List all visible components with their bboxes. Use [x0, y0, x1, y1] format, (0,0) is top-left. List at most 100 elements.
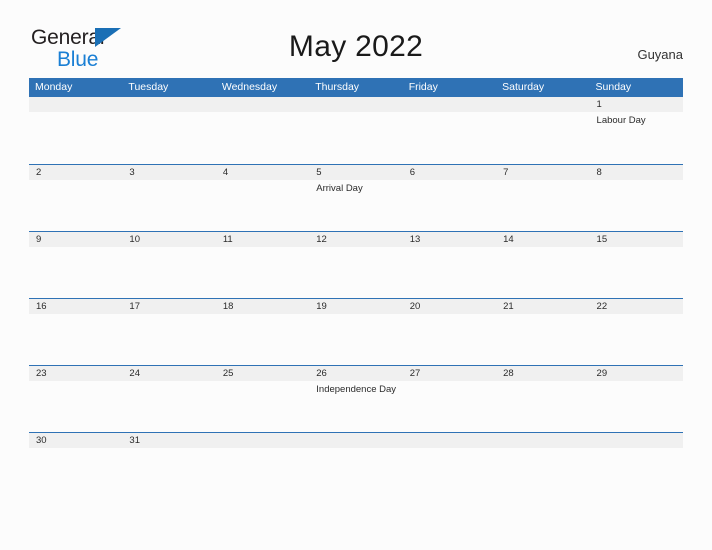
date-cell[interactable]: 14: [496, 232, 589, 247]
date-cell[interactable]: [309, 433, 402, 448]
event-label: [590, 448, 683, 450]
event-label: [496, 314, 589, 316]
event-label: [216, 381, 309, 396]
event-label: [29, 112, 122, 127]
date-cell[interactable]: 25: [216, 366, 309, 381]
event-label: [590, 247, 683, 249]
date-cell[interactable]: [29, 97, 122, 112]
date-cell[interactable]: 10: [122, 232, 215, 247]
weekday-header-friday: Friday: [408, 81, 438, 93]
event-label: [29, 247, 122, 249]
week-event-band: [29, 314, 683, 316]
event-label: [403, 448, 496, 450]
date-cell[interactable]: 6: [403, 165, 496, 180]
event-label: [403, 247, 496, 249]
event-label: [496, 180, 589, 195]
event-label: [496, 448, 589, 450]
date-cell[interactable]: 12: [309, 232, 402, 247]
date-cell[interactable]: [122, 97, 215, 112]
weekday-header-monday: Monday: [35, 81, 73, 93]
event-label: [309, 247, 402, 249]
calendar-week-row: 23 24 25 26 27 28 29 Independence Day: [29, 365, 683, 432]
event-label: [216, 112, 309, 127]
date-cell[interactable]: [590, 433, 683, 448]
week-event-band: Independence Day: [29, 381, 683, 396]
week-date-band: 23 24 25 26 27 28 29: [29, 366, 683, 381]
event-label: [403, 314, 496, 316]
date-cell[interactable]: [216, 97, 309, 112]
event-label: [122, 247, 215, 249]
date-cell[interactable]: 5: [309, 165, 402, 180]
weekday-header-row: Monday Tuesday Wednesday Thursday Friday…: [29, 78, 683, 97]
date-cell[interactable]: 2: [29, 165, 122, 180]
weekday-header-saturday: Saturday: [502, 81, 545, 93]
date-cell[interactable]: 28: [496, 366, 589, 381]
event-label: Labour Day: [596, 115, 646, 126]
event-label: [216, 180, 309, 195]
week-date-band: 16 17 18 19 20 21 22: [29, 299, 683, 314]
event-label: [122, 112, 215, 127]
date-cell[interactable]: 3: [122, 165, 215, 180]
page-title: May 2022: [288, 30, 424, 63]
date-cell[interactable]: [309, 97, 402, 112]
event-label: Arrival Day: [316, 183, 363, 194]
date-cell[interactable]: 22: [590, 299, 683, 314]
event-label: [216, 247, 309, 249]
date-cell[interactable]: 18: [216, 299, 309, 314]
date-cell[interactable]: [403, 97, 496, 112]
date-cell[interactable]: 27: [403, 366, 496, 381]
date-cell[interactable]: 29: [590, 366, 683, 381]
event-label: [496, 247, 589, 249]
date-cell[interactable]: 11: [216, 232, 309, 247]
date-cell[interactable]: [216, 433, 309, 448]
week-event-band: Arrival Day: [29, 180, 683, 195]
date-cell[interactable]: 19: [309, 299, 402, 314]
event-label: [122, 314, 215, 316]
date-cell[interactable]: 24: [122, 366, 215, 381]
event-label: [590, 180, 683, 195]
event-label: [590, 381, 683, 396]
calendar-week-row: 9 10 11 12 13 14 15: [29, 231, 683, 298]
week-date-band: 30 31: [29, 433, 683, 448]
event-label: [309, 112, 402, 127]
date-cell[interactable]: 9: [29, 232, 122, 247]
event-label: [122, 180, 215, 195]
date-cell[interactable]: [496, 97, 589, 112]
date-cell[interactable]: 16: [29, 299, 122, 314]
page-header: General Blue May 2022 Guyana: [0, 0, 712, 78]
date-cell[interactable]: 26: [309, 366, 402, 381]
week-date-band: 9 10 11 12 13 14 15: [29, 232, 683, 247]
date-cell[interactable]: [496, 433, 589, 448]
date-cell[interactable]: 30: [29, 433, 122, 448]
event-label: [216, 314, 309, 316]
date-cell[interactable]: 13: [403, 232, 496, 247]
event-label: [403, 381, 496, 396]
date-cell[interactable]: 8: [590, 165, 683, 180]
date-cell[interactable]: 20: [403, 299, 496, 314]
weekday-header-wednesday: Wednesday: [221, 81, 278, 93]
week-date-band: 2 3 4 5 6 7 8: [29, 165, 683, 180]
event-label: [29, 448, 122, 450]
date-cell[interactable]: 15: [590, 232, 683, 247]
calendar-week-row: 16 17 18 19 20 21 22: [29, 298, 683, 365]
event-label: [496, 381, 589, 396]
date-cell[interactable]: 1: [590, 97, 683, 112]
calendar-week-row: 2 3 4 5 6 7 8 Arrival Day: [29, 164, 683, 231]
date-cell[interactable]: 23: [29, 366, 122, 381]
event-label: [309, 314, 402, 316]
calendar-week-row: 1 Labour Day: [29, 97, 683, 164]
weekday-header-sunday: Sunday: [595, 81, 632, 93]
calendar-grid: Monday Tuesday Wednesday Thursday Friday…: [29, 78, 683, 476]
date-cell[interactable]: 17: [122, 299, 215, 314]
event-label: [29, 314, 122, 316]
event-label: [122, 381, 215, 396]
date-cell[interactable]: [403, 433, 496, 448]
event-label: [590, 314, 683, 316]
date-cell[interactable]: 7: [496, 165, 589, 180]
date-cell[interactable]: 21: [496, 299, 589, 314]
date-cell[interactable]: 4: [216, 165, 309, 180]
date-cell[interactable]: 31: [122, 433, 215, 448]
country-label: Guyana: [637, 47, 683, 62]
calendar-week-row: 30 31: [29, 432, 683, 476]
event-label: [29, 381, 122, 396]
